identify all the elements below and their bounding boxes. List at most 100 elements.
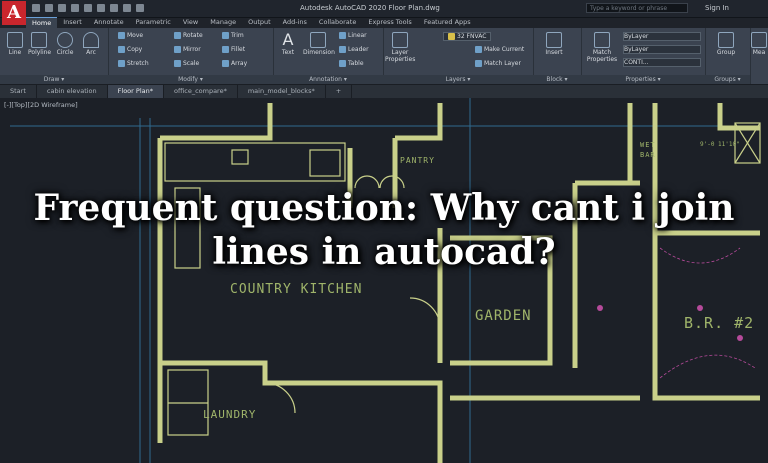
table-icon bbox=[339, 60, 346, 67]
match-layer-tool[interactable]: Match Layer bbox=[475, 60, 521, 67]
match-layer-icon bbox=[475, 60, 482, 67]
linear-tool[interactable]: Linear bbox=[339, 32, 367, 39]
wet-bar-label-2: BAR bbox=[640, 151, 656, 159]
utilities-panel: Mea bbox=[750, 28, 768, 84]
block-panel-title[interactable]: Block ▾ bbox=[533, 75, 581, 84]
stretch-icon bbox=[118, 60, 125, 67]
text-tool[interactable]: A Text bbox=[277, 32, 299, 57]
redo-icon[interactable] bbox=[136, 4, 144, 12]
search-input[interactable]: Type a keyword or phrase bbox=[586, 3, 688, 13]
arc-tool[interactable]: Arc bbox=[80, 32, 102, 56]
polyline-tool[interactable]: Polyline bbox=[28, 32, 51, 56]
tab-add-ins[interactable]: Add-ins bbox=[277, 17, 313, 28]
print-icon[interactable] bbox=[110, 4, 118, 12]
measure-icon bbox=[751, 32, 767, 48]
make-current-icon bbox=[475, 46, 482, 53]
open-file-icon[interactable] bbox=[45, 4, 53, 12]
layers-panel-title[interactable]: Layers ▾ bbox=[383, 75, 533, 84]
measure-tool[interactable]: Mea bbox=[750, 32, 768, 56]
cloud-icon[interactable] bbox=[84, 4, 92, 12]
tab-view[interactable]: View bbox=[177, 17, 204, 28]
line-icon bbox=[7, 32, 23, 48]
move-icon bbox=[118, 32, 125, 39]
draw-panel: Line Polyline Circle Arc Draw ▾ bbox=[0, 28, 109, 84]
rotate-icon bbox=[174, 32, 181, 39]
insert-tool[interactable]: Insert bbox=[543, 32, 565, 56]
save-icon[interactable] bbox=[58, 4, 66, 12]
fixtures bbox=[164, 122, 761, 436]
new-file-icon[interactable] bbox=[32, 4, 40, 12]
tab-annotate[interactable]: Annotate bbox=[88, 17, 130, 28]
line-tool[interactable]: Line bbox=[4, 32, 26, 56]
layer-dropdown[interactable]: 32 FNVAC bbox=[443, 32, 492, 41]
layer-properties-tool[interactable]: Layer Properties bbox=[385, 32, 415, 63]
table-tool[interactable]: Table bbox=[339, 60, 364, 67]
linear-icon bbox=[339, 32, 346, 39]
sign-in-link[interactable]: Sign In bbox=[705, 4, 729, 12]
tab-featured-apps[interactable]: Featured Apps bbox=[418, 17, 477, 28]
headline-line-1: Frequent question: Why cant i join bbox=[33, 187, 735, 229]
undo-icon[interactable] bbox=[123, 4, 131, 12]
groups-panel-title[interactable]: Groups ▾ bbox=[705, 75, 750, 84]
new-tab-button[interactable]: + bbox=[326, 85, 353, 98]
file-tab-main-model-blocks[interactable]: main_model_blocks* bbox=[238, 85, 326, 98]
lineweight-dropdown[interactable]: ByLayer bbox=[623, 45, 701, 54]
copy-tool[interactable]: Copy bbox=[118, 46, 142, 53]
autocad-logo-icon[interactable]: A bbox=[2, 1, 26, 25]
fillet-icon bbox=[222, 46, 229, 53]
tab-insert[interactable]: Insert bbox=[57, 17, 88, 28]
scale-tool[interactable]: Scale bbox=[174, 60, 199, 67]
tab-home[interactable]: Home bbox=[26, 17, 58, 28]
dimension-tool[interactable]: Dimension bbox=[303, 32, 335, 56]
tab-express-tools[interactable]: Express Tools bbox=[362, 17, 417, 28]
file-tab-office-compare[interactable]: office_compare* bbox=[164, 85, 238, 98]
save-as-icon[interactable] bbox=[71, 4, 79, 12]
mirror-tool[interactable]: Mirror bbox=[174, 46, 201, 53]
annotation-panel-title[interactable]: Annotation ▾ bbox=[273, 75, 383, 84]
properties-panel-title[interactable]: Properties ▾ bbox=[581, 75, 705, 84]
window-title: Autodesk AutoCAD 2020 Floor Plan.dwg bbox=[300, 4, 440, 12]
trim-icon bbox=[222, 32, 229, 39]
move-tool[interactable]: Move bbox=[118, 32, 143, 39]
file-tabs: Start cabin elevation Floor Plan* office… bbox=[0, 85, 768, 98]
stretch-tool[interactable]: Stretch bbox=[118, 60, 149, 67]
leader-tool[interactable]: Leader bbox=[339, 46, 369, 53]
ribbon-tabs: Home Insert Annotate Parametric View Man… bbox=[26, 17, 477, 28]
drawing-viewport[interactable]: [-][Top][2D Wireframe] COUNTRY KITCHEN G… bbox=[0, 98, 768, 463]
file-tab-floor-plan[interactable]: Floor Plan* bbox=[107, 85, 164, 98]
tab-parametric[interactable]: Parametric bbox=[130, 17, 177, 28]
file-tab-cabin-elevation[interactable]: cabin elevation bbox=[37, 85, 108, 98]
web-icon[interactable] bbox=[97, 4, 105, 12]
trim-tool[interactable]: Trim bbox=[222, 32, 244, 39]
array-tool[interactable]: Array bbox=[222, 60, 247, 67]
file-tab-start[interactable]: Start bbox=[0, 85, 37, 98]
modify-panel: Move Rotate Trim Copy Mirror Fillet Stre… bbox=[108, 28, 274, 84]
room-label-bedroom: B.R. #2 bbox=[684, 314, 755, 332]
tab-output[interactable]: Output bbox=[242, 17, 277, 28]
scale-icon bbox=[174, 60, 181, 67]
draw-panel-title[interactable]: Draw ▾ bbox=[0, 75, 108, 84]
modify-panel-title[interactable]: Modify ▾ bbox=[108, 75, 273, 84]
fillet-tool[interactable]: Fillet bbox=[222, 46, 245, 53]
properties-panel: Match Properties ByLayer ByLayer CONTI..… bbox=[581, 28, 706, 84]
group-tool[interactable]: Group bbox=[715, 32, 737, 56]
room-label-garden: GARDEN bbox=[475, 308, 532, 324]
room-label-kitchen: COUNTRY KITCHEN bbox=[230, 282, 363, 297]
make-current-tool[interactable]: Make Current bbox=[475, 46, 524, 53]
match-properties-tool[interactable]: Match Properties bbox=[585, 32, 619, 63]
insert-block-icon bbox=[546, 32, 562, 48]
linetype-dropdown[interactable]: CONTI... bbox=[623, 58, 701, 67]
groups-panel: Group Groups ▾ bbox=[705, 28, 751, 84]
ribbon: Line Polyline Circle Arc Draw ▾ Move Rot… bbox=[0, 28, 768, 85]
wet-bar-label-1: WET bbox=[640, 141, 656, 149]
circle-tool[interactable]: Circle bbox=[54, 32, 76, 56]
headline-line-2: lines in autocad? bbox=[212, 231, 556, 273]
rotate-tool[interactable]: Rotate bbox=[174, 32, 203, 39]
tab-collaborate[interactable]: Collaborate bbox=[313, 17, 362, 28]
color-dropdown[interactable]: ByLayer bbox=[623, 32, 701, 41]
tab-manage[interactable]: Manage bbox=[204, 17, 242, 28]
polyline-icon bbox=[31, 32, 47, 48]
leader-icon bbox=[339, 46, 346, 53]
room-label-pantry: PANTRY bbox=[400, 156, 435, 165]
arc-icon bbox=[83, 32, 99, 48]
